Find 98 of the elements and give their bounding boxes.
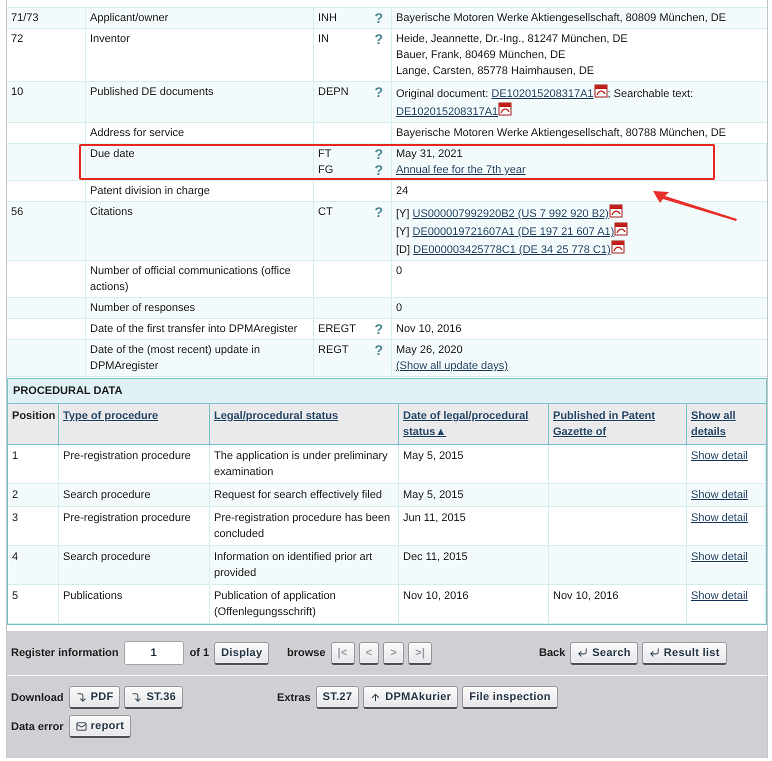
help-icon[interactable]: ?	[374, 162, 383, 178]
value-text: [D]	[396, 244, 412, 256]
section-title: PROCEDURAL DATA	[8, 379, 766, 404]
browse-label: browse	[287, 647, 326, 659]
field-label: Number of official communications (office actions)	[90, 265, 291, 293]
inid-code: 56	[11, 206, 24, 218]
table-cell: Pre-registration procedure has been concluded	[210, 507, 399, 546]
value-text: Nov 10, 2016	[396, 323, 462, 335]
field-label: Date of the (most recent) update in DPMAregister	[90, 344, 260, 372]
extras-label: Extras	[277, 692, 311, 704]
table-cell: Publications	[59, 585, 210, 624]
document-link[interactable]: (Show all update days)	[396, 360, 508, 372]
table-cell: 3	[8, 507, 59, 546]
table-cell: Request for search effectively filed	[210, 484, 399, 507]
field-code: INH	[318, 11, 337, 26]
help-icon[interactable]: ?	[374, 84, 383, 100]
field-code: CT	[318, 205, 333, 220]
help-icon[interactable]: ?	[374, 321, 383, 337]
column-header: Position	[12, 410, 56, 422]
value-text: ; Searchable text:	[608, 88, 694, 100]
back-button[interactable]: Search	[570, 642, 638, 664]
extras-button[interactable]: ST.27	[316, 686, 360, 709]
value-text: Original document:	[396, 88, 490, 100]
value-text: [Y]	[396, 226, 410, 238]
report-button[interactable]: report	[68, 715, 132, 738]
table-cell: Nov 10, 2016	[549, 585, 687, 624]
help-icon[interactable]: ?	[374, 342, 383, 358]
table-cell: 5	[8, 585, 59, 624]
page-count: of 1	[190, 647, 210, 659]
back-label: Back	[539, 647, 566, 659]
document-link[interactable]: DE102015208317A1	[396, 106, 498, 118]
value-text: 0	[396, 302, 402, 314]
table-cell: Dec 11, 2015	[399, 546, 549, 585]
page-input[interactable]: 1	[124, 641, 184, 665]
sort-icon: ▲	[435, 426, 446, 438]
field-code: EREGT	[318, 322, 356, 337]
table-cell: 1	[8, 445, 59, 484]
table-cell: May 5, 2015	[399, 445, 549, 484]
value-text: Lange, Carsten, 85778 Haimhausen, DE	[396, 65, 594, 77]
document-link[interactable]: DE102015208317A1	[491, 88, 594, 100]
document-link[interactable]: Annual fee for the 7th year	[396, 164, 526, 176]
table-cell: Pre-registration procedure	[59, 507, 210, 546]
value-text: Bauer, Frank, 80469 München, DE	[396, 49, 566, 61]
field-label: Citations	[90, 206, 133, 218]
field-label: Due date	[90, 148, 135, 160]
inid-code: 10	[11, 86, 24, 98]
value-text: Heide, Jeannette, Dr.-Ing., 81247 München, DE	[396, 33, 628, 45]
table-cell: Pre-registration procedure	[59, 445, 210, 484]
table-cell: Jun 11, 2015	[399, 507, 549, 546]
table-cell: Information on identified prior art provided	[210, 546, 399, 585]
field-code: DEPN	[318, 85, 349, 100]
table-cell: Search procedure	[59, 546, 210, 585]
show-detail-link[interactable]: Show detail	[691, 512, 748, 524]
document-link[interactable]: US000007992920B2 (US 7 992 920 B2)	[412, 208, 609, 220]
table-cell: May 5, 2015	[399, 484, 549, 507]
display-button[interactable]: Display	[214, 642, 270, 664]
help-icon[interactable]: ?	[374, 204, 383, 220]
field-label: Date of the first transfer into DPMAregister	[90, 323, 298, 335]
field-label: Inventor	[90, 33, 130, 45]
table-cell: Search procedure	[59, 484, 210, 507]
value-text: Bayerische Motoren Werke Aktiengesellschaft, 80809 München, DE	[396, 12, 726, 24]
extras-button[interactable]: File inspection	[462, 686, 558, 709]
show-detail-link[interactable]: Show detail	[691, 450, 748, 462]
inid-code: 71/73	[11, 12, 39, 24]
table-cell: 4	[8, 546, 59, 585]
table-cell: Publication of application (Offenlegungsschrift)	[210, 585, 399, 624]
field-label: Address for service	[90, 127, 184, 139]
help-icon[interactable]: ?	[374, 31, 383, 47]
show-detail-link[interactable]: Show detail	[691, 590, 748, 602]
help-icon[interactable]: ?	[374, 146, 383, 162]
help-icon[interactable]: ?	[374, 10, 383, 26]
document-link[interactable]: DE000003425778C1 (DE 34 25 778 C1)	[413, 244, 611, 256]
register-label: Register information	[11, 647, 119, 659]
field-code: FT	[318, 147, 332, 162]
value-text: 0	[396, 265, 402, 277]
value-text: Bayerische Motoren Werke Aktiengesellschaft, 80788 München, DE	[396, 127, 726, 139]
table-cell: 2	[8, 484, 59, 507]
field-label: Patent division in charge	[90, 185, 210, 197]
value-text: 24	[396, 185, 408, 197]
table-cell: The application is under preliminary examination	[210, 445, 399, 484]
field-code: FG	[318, 163, 334, 178]
download-button[interactable]: ST.36	[124, 686, 184, 709]
field-label: Applicant/owner	[90, 12, 168, 24]
download-button[interactable]: PDF	[68, 686, 120, 709]
value-text: May 26, 2020	[396, 344, 463, 356]
field-label: Number of responses	[90, 302, 196, 314]
field-code: IN	[318, 32, 329, 47]
field-code: REGT	[318, 343, 349, 358]
value-text: May 31, 2021	[396, 148, 463, 160]
field-label: Published DE documents	[90, 86, 214, 98]
download-label: Download	[11, 692, 64, 704]
data-error-label: Data error	[11, 720, 64, 732]
value-text: [Y]	[396, 208, 410, 220]
extras-button[interactable]: DPMAkurier	[363, 686, 458, 709]
inid-code: 72	[11, 33, 24, 45]
back-button[interactable]: Result list	[642, 642, 727, 664]
document-link[interactable]: DE000019721607A1 (DE 197 21 607 A1)	[412, 226, 614, 238]
table-cell: Nov 10, 2016	[399, 585, 549, 624]
